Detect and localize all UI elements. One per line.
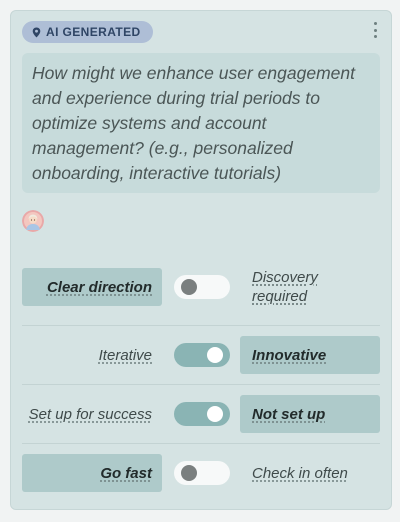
option-check-in-often[interactable]: Check in often [240, 454, 380, 492]
toggle-direction[interactable] [174, 275, 230, 299]
user-avatar-icon[interactable] [22, 210, 44, 232]
toggle-pace[interactable] [174, 461, 230, 485]
option-discovery-required[interactable]: Discovery required [240, 268, 380, 306]
row-divider [22, 325, 380, 326]
badge-label: AI GENERATED [46, 25, 141, 39]
option-clear-direction[interactable]: Clear direction [22, 268, 162, 306]
option-not-set-up[interactable]: Not set up [240, 395, 380, 433]
option-iterative[interactable]: Iterative [22, 336, 162, 374]
row-divider [22, 443, 380, 444]
option-innovative[interactable]: Innovative [240, 336, 380, 374]
tradeoff-row-pace: Go fast Check in often [22, 454, 380, 492]
option-go-fast[interactable]: Go fast [22, 454, 162, 492]
toggle-knob [207, 347, 223, 363]
toggle-setup[interactable] [174, 402, 230, 426]
tradeoff-row-direction: Clear direction Discovery required [22, 268, 380, 306]
toggle-knob [207, 406, 223, 422]
option-set-up-for-success[interactable]: Set up for success [22, 395, 162, 433]
location-pin-icon [32, 27, 41, 37]
more-vertical-icon[interactable] [371, 22, 379, 38]
toggle-knob [181, 465, 197, 481]
row-divider [22, 384, 380, 385]
tradeoff-row-setup: Set up for success Not set up [22, 395, 380, 433]
toggle-knob [181, 279, 197, 295]
ai-generated-badge: AI GENERATED [22, 21, 153, 43]
question-text: How might we enhance user engagement and… [22, 53, 380, 193]
tradeoff-row-approach: Iterative Innovative [22, 336, 380, 374]
idea-card: AI GENERATED How might we enhance user e… [10, 10, 392, 510]
toggle-approach[interactable] [174, 343, 230, 367]
